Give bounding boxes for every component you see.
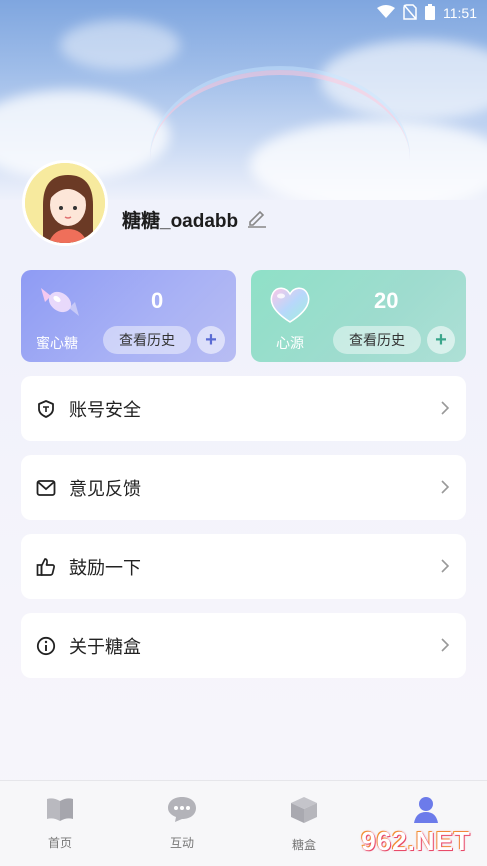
edit-icon[interactable] (246, 206, 268, 233)
status-bar: 11:51 (0, 0, 487, 26)
shield-icon (35, 398, 57, 420)
chevron-right-icon (440, 479, 450, 500)
heart-count: 20 (374, 288, 399, 313)
box-icon (289, 797, 319, 829)
no-sim-icon (403, 3, 417, 23)
tab-candy-box[interactable]: 糖盒 (264, 795, 344, 853)
chat-icon (166, 797, 198, 827)
chevron-right-icon (440, 637, 450, 658)
menu-label-feedback: 意见反馈 (69, 478, 141, 499)
thumbs-up-icon (35, 556, 57, 578)
chevron-right-icon (440, 558, 450, 579)
candy-label: 蜜心糖 (36, 335, 78, 351)
tab-interact[interactable]: 互动 (142, 795, 222, 851)
heart-history-button[interactable]: 查看历史 (333, 326, 421, 354)
candy-history-button[interactable]: 查看历史 (103, 326, 191, 354)
status-time: 11:51 (443, 5, 477, 21)
tab-label-home: 首页 (47, 836, 72, 850)
menu-item-encourage[interactable]: 鼓励一下 (21, 534, 466, 599)
tab-home[interactable]: 首页 (20, 795, 100, 851)
candy-count: 0 (151, 288, 164, 313)
menu-item-about[interactable]: 关于糖盒 (21, 613, 466, 678)
menu-label-about: 关于糖盒 (69, 636, 141, 657)
candy-card: 0 蜜心糖 查看历史 + (21, 270, 236, 362)
wifi-icon (377, 4, 395, 22)
candy-add-button[interactable]: + (197, 326, 225, 354)
menu-item-feedback[interactable]: 意见反馈 (21, 455, 466, 520)
battery-icon (425, 3, 435, 23)
menu-label-encourage: 鼓励一下 (69, 557, 141, 578)
tab-label-candy-box: 糖盒 (291, 838, 316, 852)
tab-label-interact: 互动 (169, 836, 194, 850)
avatar[interactable] (22, 160, 108, 246)
candy-icon (37, 282, 83, 327)
mail-icon (35, 477, 57, 499)
heart-card: 20 心源 查看历史 + (251, 270, 466, 362)
username-row: 糖糖_oadabb (122, 206, 268, 233)
watermark-text: 962.NET (361, 825, 471, 856)
book-icon (45, 798, 75, 827)
menu-item-account-security[interactable]: 账号安全 (21, 376, 466, 441)
watermark-logo: 962.NET (345, 816, 487, 866)
chevron-right-icon (440, 400, 450, 421)
menu-label-account-security: 账号安全 (69, 399, 141, 420)
heart-label: 心源 (276, 335, 304, 351)
avatar-girl-icon (25, 163, 105, 243)
username: 糖糖_oadabb (122, 211, 239, 232)
heart-add-button[interactable]: + (427, 326, 455, 354)
info-icon (35, 635, 57, 657)
heart-icon (267, 284, 313, 329)
